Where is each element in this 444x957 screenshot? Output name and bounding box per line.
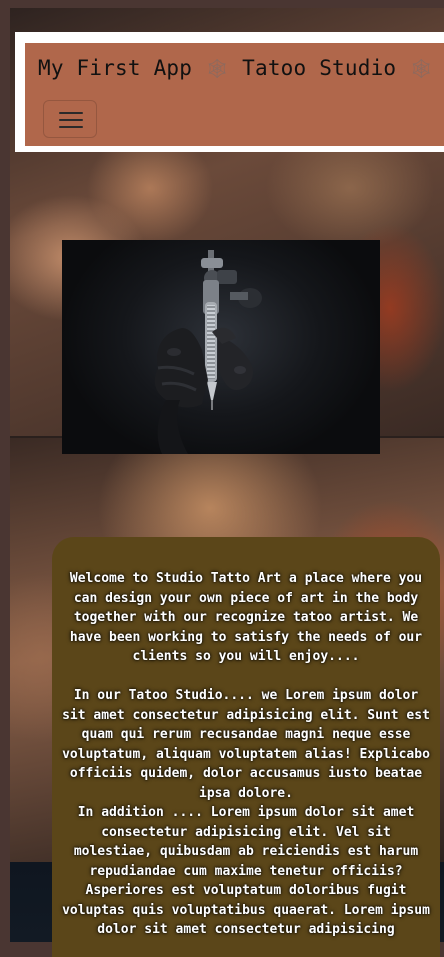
spider-web-icon: 🕸 bbox=[409, 58, 434, 80]
navbar-brand[interactable]: My First App 🕸 Tatoo Studio 🕸 0 bbox=[38, 56, 444, 80]
hamburger-icon bbox=[59, 112, 83, 114]
studio-paragraph: In our Tatoo Studio.... we Lorem ipsum d… bbox=[62, 688, 430, 801]
hamburger-icon-bar bbox=[59, 126, 83, 128]
hamburger-icon-bar bbox=[59, 119, 83, 121]
brand-studio-name: Tatoo Studio bbox=[242, 56, 397, 80]
hero-image bbox=[62, 240, 380, 454]
welcome-card: Welcome to Studio Tatto Art a place wher… bbox=[52, 537, 440, 957]
spider-web-icon: 🕸 bbox=[204, 58, 230, 80]
tattoo-machine-hand-illustration bbox=[154, 250, 262, 454]
addition-paragraph: In addition .... Lorem ipsum dolor sit a… bbox=[62, 805, 430, 937]
welcome-paragraph: Welcome to Studio Tatto Art a place wher… bbox=[69, 571, 423, 664]
navbar-toggler-button[interactable] bbox=[43, 100, 97, 138]
brand-app-name: My First App bbox=[38, 56, 193, 80]
